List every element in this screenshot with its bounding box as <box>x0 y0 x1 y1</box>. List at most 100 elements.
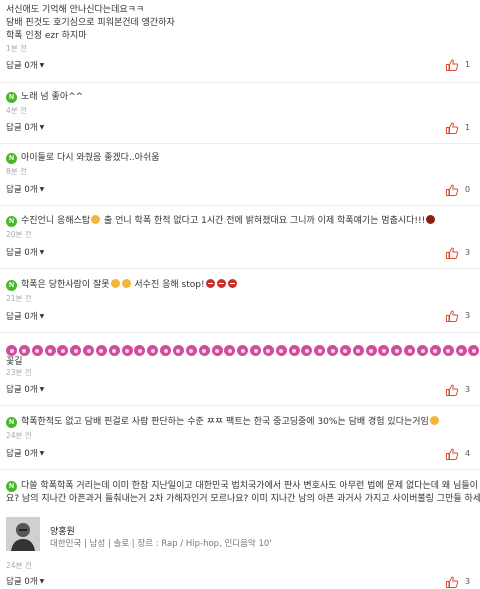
comment-text-line: 다쓸 학폭학폭 거리는데 이미 한참 지난일이고 대한민국 법치국가에서 판사 … <box>21 481 478 491</box>
flower-emoji-icon <box>339 345 351 356</box>
comment-time: 24분 전 <box>6 561 32 570</box>
like-group: 4 <box>445 447 480 461</box>
flower-emoji-icon <box>6 345 17 356</box>
like-group: 3 <box>445 383 480 397</box>
reply-toggle[interactable]: 답글 0개 ▼ <box>6 448 44 460</box>
like-group: 3 <box>445 309 480 323</box>
separator <box>0 82 480 83</box>
flower-emoji-icon <box>224 345 236 356</box>
like-count: 3 <box>465 248 471 257</box>
thumbs-up-icon[interactable] <box>445 447 459 461</box>
like-count: 3 <box>465 385 471 394</box>
separator <box>0 205 480 206</box>
separator <box>0 268 480 269</box>
flower-emoji-icon <box>198 345 210 356</box>
like-count: 3 <box>465 577 471 586</box>
like-group: 0 <box>445 183 480 197</box>
flower-emoji-icon <box>404 345 416 356</box>
thumbs-up-icon[interactable] <box>445 183 459 197</box>
flower-emoji-icon <box>352 345 364 356</box>
thumbs-up-icon[interactable] <box>445 58 459 72</box>
comment-time: 24분 전 <box>6 431 32 440</box>
reply-toggle[interactable]: 답글 0개 ▼ <box>6 311 44 323</box>
emoji-icon <box>121 279 131 288</box>
comment-text-line: 담배 핀것도 호기심으로 피워본건데 엥간하자 <box>6 18 175 28</box>
like-count: 4 <box>465 449 471 458</box>
flower-emoji-icon <box>134 345 146 356</box>
flower-emoji-icon <box>288 345 300 356</box>
emoji-icon <box>429 416 439 425</box>
comment-time: 21분 전 <box>6 294 32 303</box>
flower-emoji-icon <box>70 345 82 356</box>
flower-emoji-icon <box>378 345 390 356</box>
flower-emoji-icon <box>108 345 120 356</box>
comment-text: 노래 넘 좋아^^ <box>21 92 84 102</box>
flower-emoji-icon <box>468 345 480 356</box>
like-group: 1 <box>445 58 480 72</box>
flower-emoji-icon <box>262 345 274 356</box>
emoji-icon <box>227 279 237 288</box>
comment-text-line: 서신애도 기억해 안나신다는데요ㅋㅋ <box>6 5 145 15</box>
flower-emoji-icon <box>160 345 172 356</box>
flower-emoji-row <box>6 345 480 357</box>
comment-time: 8분 전 <box>6 167 27 176</box>
profile-info: 대한민국 | 남성 | 솔로 | 장르 : Rap / Hip-hop, 인디음… <box>50 539 272 549</box>
thumbs-up-icon[interactable] <box>445 309 459 323</box>
flower-emoji-icon <box>250 345 262 356</box>
emoji-icon <box>110 279 120 288</box>
new-badge-icon: N <box>6 280 17 291</box>
profile-photo-icon <box>6 517 40 551</box>
flower-emoji-icon <box>442 345 454 356</box>
reply-toggle[interactable]: 답글 0개 ▼ <box>6 122 44 134</box>
flower-emoji-icon <box>391 345 403 356</box>
emoji-icon <box>216 279 226 288</box>
flower-emoji-icon <box>237 345 249 356</box>
flower-emoji-icon <box>31 345 43 356</box>
emoji-icon <box>91 215 101 224</box>
comment-text-line: 요? 남의 지나간 아픈과거 들춰내는거 2차 가해자인거 모르나요? 이미 지… <box>6 494 480 504</box>
new-badge-icon: N <box>6 153 17 164</box>
separator <box>0 332 480 333</box>
like-count: 0 <box>465 185 471 194</box>
reply-toggle[interactable]: 답글 0개 ▼ <box>6 247 44 259</box>
flower-emoji-icon <box>121 345 133 356</box>
comment-text: 수진언니 응해스탑 출 언니 학폭 한적 없다고 1시간 전에 밝혀졌대요 그니… <box>21 215 436 227</box>
like-count: 1 <box>465 123 471 132</box>
reply-toggle[interactable]: 답글 0개 ▼ <box>6 184 44 196</box>
separator <box>0 469 480 470</box>
thumbs-up-icon[interactable] <box>445 121 459 135</box>
flower-emoji-icon <box>417 345 428 356</box>
thumbs-up-icon[interactable] <box>445 575 459 589</box>
flower-emoji-icon <box>172 345 184 356</box>
profile-name[interactable]: 양홍원 <box>50 524 75 537</box>
emoji-icon <box>426 215 436 224</box>
thumbs-up-icon[interactable] <box>445 383 459 397</box>
flower-emoji-icon <box>455 345 467 356</box>
new-badge-icon: N <box>6 417 17 428</box>
flower-emoji-icon <box>211 345 223 356</box>
reply-toggle[interactable]: 답글 0개 ▼ <box>6 576 44 588</box>
thumbs-up-icon[interactable] <box>445 246 459 260</box>
flower-emoji-icon <box>83 345 95 356</box>
flower-emoji-icon <box>429 345 441 356</box>
reply-toggle[interactable]: 답글 0개 ▼ <box>6 384 44 396</box>
comment-time: 1분 전 <box>6 44 27 53</box>
like-count: 3 <box>465 311 471 320</box>
flower-emoji-icon <box>365 345 377 356</box>
new-badge-icon: N <box>6 92 17 103</box>
comment-text: 아이들로 다시 와줬음 좋겠다..아쉬움 <box>21 153 160 163</box>
separator <box>0 143 480 144</box>
flower-emoji-icon <box>147 345 159 356</box>
reply-toggle[interactable]: 답글 0개 ▼ <box>6 60 44 72</box>
comment-text-line: 꽃길 <box>6 357 23 367</box>
comment-text-line: 학폭 인정 ezr 하지마 <box>6 31 87 41</box>
flower-emoji-icon <box>314 345 326 356</box>
new-badge-icon: N <box>6 216 17 227</box>
flower-emoji-icon <box>301 345 313 356</box>
avatar[interactable] <box>6 517 40 551</box>
like-count: 1 <box>465 60 471 69</box>
emoji-icon <box>205 279 215 288</box>
like-group: 1 <box>445 121 480 135</box>
comment-time: 20분 전 <box>6 230 32 239</box>
comment-time: 4분 전 <box>6 106 27 115</box>
